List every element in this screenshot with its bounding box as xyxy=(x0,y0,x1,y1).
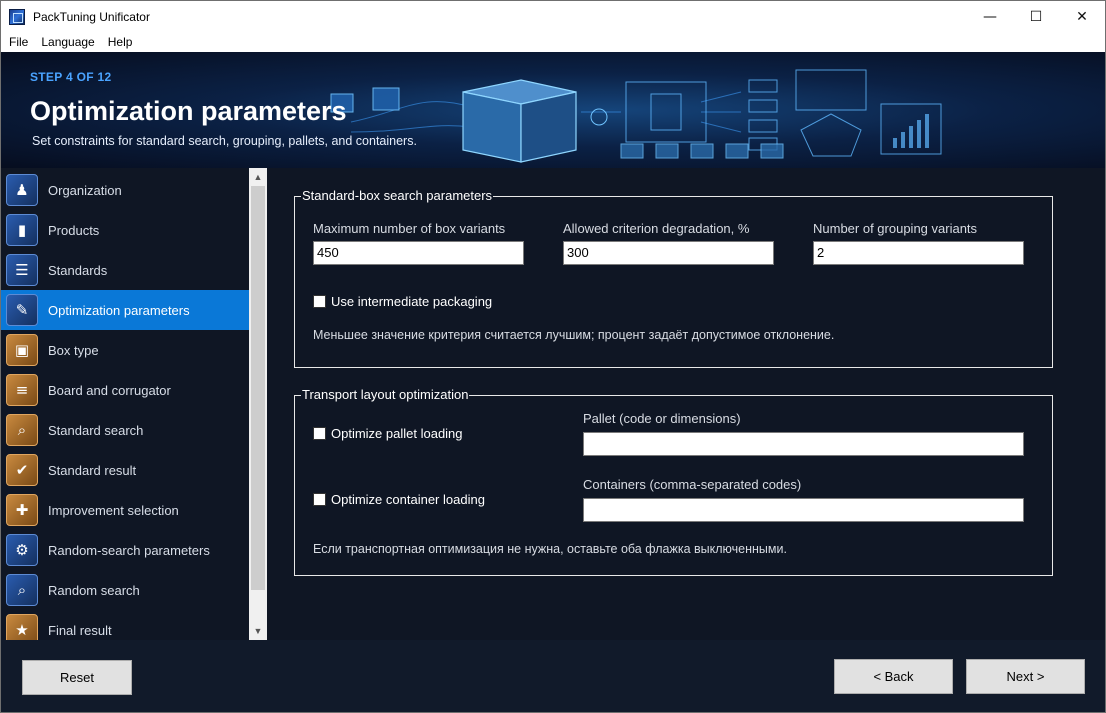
sidebar-item-label: Products xyxy=(48,222,100,238)
sidebar-item-label: Random search xyxy=(48,582,140,598)
sidebar-item-label: Organization xyxy=(48,182,122,198)
random-search-icon: ⌕ xyxy=(6,574,38,606)
board-icon: ≡ xyxy=(6,374,38,406)
menu-bar: File Language Help xyxy=(1,32,1105,52)
step-indicator: STEP 4 OF 12 xyxy=(30,70,112,84)
transport-group: Transport layout optimization Optimize p… xyxy=(294,387,1053,576)
pallet-field-label: Pallet (code or dimensions) xyxy=(583,411,741,426)
container-field-label: Containers (comma-separated codes) xyxy=(583,477,802,492)
sidebar: ♟ Organization ▮ Products ☰ Standards ✎ Opti… xyxy=(1,168,267,640)
products-icon: ▮ xyxy=(6,214,38,246)
standard-box-note: Меньшее значение критерия считается лучш… xyxy=(313,328,835,342)
grouping-label: Number of grouping variants xyxy=(813,221,978,236)
sidebar-item-label: Improvement selection xyxy=(48,502,179,518)
back-button[interactable]: < Back xyxy=(834,659,953,694)
improvement-icon: ✚ xyxy=(6,494,38,526)
scroll-thumb[interactable] xyxy=(251,186,265,590)
next-button[interactable]: Next > xyxy=(966,659,1085,694)
max-variants-label: Maximum number of box variants xyxy=(313,221,506,236)
sidebar-item-random-search[interactable]: ⌕ Random search xyxy=(1,570,249,610)
degradation-label: Allowed criterion degradation, % xyxy=(563,221,750,236)
sidebar-item-label: Optimization parameters xyxy=(48,302,190,318)
random-params-icon: ⚙ xyxy=(6,534,38,566)
standards-icon: ☰ xyxy=(6,254,38,286)
standard-search-icon: ⌕ xyxy=(6,414,38,446)
minimize-button[interactable]: — xyxy=(967,1,1013,32)
optimize-pallet-checkbox[interactable]: Optimize pallet loading xyxy=(313,426,463,441)
container-input[interactable] xyxy=(583,498,1024,522)
sidebar-item-board-and-corrugator[interactable]: ≡ Board and corrugator xyxy=(1,370,249,410)
group-title: Standard-box search parameters xyxy=(301,188,494,203)
transport-note: Если транспортная оптимизация не нужна, … xyxy=(313,542,787,556)
bottom-bar: Reset < Back Next > xyxy=(1,640,1105,712)
sidebar-item-label: Box type xyxy=(48,342,99,358)
checkbox-box[interactable] xyxy=(313,493,326,506)
menu-help[interactable]: Help xyxy=(108,35,133,49)
checkbox-label: Optimize container loading xyxy=(331,492,485,507)
organization-icon: ♟ xyxy=(6,174,38,206)
header-banner: STEP 4 OF 12 Optimization parameters Set… xyxy=(1,52,1105,168)
scroll-down-icon[interactable]: ▼ xyxy=(249,622,267,640)
checkbox-box[interactable] xyxy=(313,427,326,440)
nav-list: ♟ Organization ▮ Products ☰ Standards ✎ Opti… xyxy=(1,168,249,640)
box-graphic xyxy=(462,79,577,163)
sidebar-item-standard-result[interactable]: ✔ Standard result xyxy=(1,450,249,490)
checkbox-label: Use intermediate packaging xyxy=(331,294,493,309)
sidebar-item-final-result[interactable]: ★ Final result xyxy=(1,610,249,640)
title-bar: PackTuning Unificator — ☐ ✕ xyxy=(1,1,1105,32)
sidebar-scrollbar[interactable]: ▲ ▼ xyxy=(249,168,267,640)
page-subtitle: Set constraints for standard search, gro… xyxy=(32,134,417,148)
optimization-icon: ✎ xyxy=(6,294,38,326)
pallet-input[interactable] xyxy=(583,432,1024,456)
sidebar-item-label: Final result xyxy=(48,622,112,638)
scroll-up-icon[interactable]: ▲ xyxy=(249,168,267,186)
sidebar-item-organization[interactable]: ♟ Organization xyxy=(1,170,249,210)
sidebar-item-improvement-selection[interactable]: ✚ Improvement selection xyxy=(1,490,249,530)
close-button[interactable]: ✕ xyxy=(1059,1,1105,32)
sidebar-item-optimization-parameters[interactable]: ✎ Optimization parameters xyxy=(1,290,249,330)
sidebar-item-label: Standard search xyxy=(48,422,144,438)
checkbox-label: Optimize pallet loading xyxy=(331,426,463,441)
sidebar-item-label: Standard result xyxy=(48,462,137,478)
sidebar-item-label: Random-search parameters xyxy=(48,542,210,558)
app-window: PackTuning Unificator — ☐ ✕ File Languag… xyxy=(0,0,1106,713)
standard-result-icon: ✔ xyxy=(6,454,38,486)
optimize-container-checkbox[interactable]: Optimize container loading xyxy=(313,492,485,507)
menu-file[interactable]: File xyxy=(9,35,28,49)
max-variants-input[interactable]: 450 xyxy=(313,241,524,265)
window-title: PackTuning Unificator xyxy=(33,9,150,24)
sidebar-item-standards[interactable]: ☰ Standards xyxy=(1,250,249,290)
box-type-icon: ▣ xyxy=(6,334,38,366)
app-logo-icon xyxy=(9,8,25,25)
page-title: Optimization parameters xyxy=(30,96,347,126)
sidebar-item-standard-search[interactable]: ⌕ Standard search xyxy=(1,410,249,450)
checkbox-box[interactable] xyxy=(313,295,326,308)
sidebar-item-box-type[interactable]: ▣ Box type xyxy=(1,330,249,370)
main-content: Standard-box search parameters Maximum n… xyxy=(267,168,1105,640)
sidebar-item-label: Standards xyxy=(48,262,108,278)
reset-button[interactable]: Reset xyxy=(22,660,132,695)
group-title: Transport layout optimization xyxy=(301,387,470,402)
degradation-input[interactable]: 300 xyxy=(563,241,774,265)
standard-box-group: Standard-box search parameters Maximum n… xyxy=(294,188,1053,368)
final-result-icon: ★ xyxy=(6,614,38,640)
sidebar-item-random-search-parameters[interactable]: ⚙ Random-search parameters xyxy=(1,530,249,570)
maximize-button[interactable]: ☐ xyxy=(1013,1,1059,32)
intermediate-packaging-checkbox[interactable]: Use intermediate packaging xyxy=(313,294,492,309)
sidebar-item-label: Board and corrugator xyxy=(48,382,171,398)
sidebar-item-products[interactable]: ▮ Products xyxy=(1,210,249,250)
menu-language[interactable]: Language xyxy=(41,35,94,49)
grouping-input[interactable]: 2 xyxy=(813,241,1024,265)
